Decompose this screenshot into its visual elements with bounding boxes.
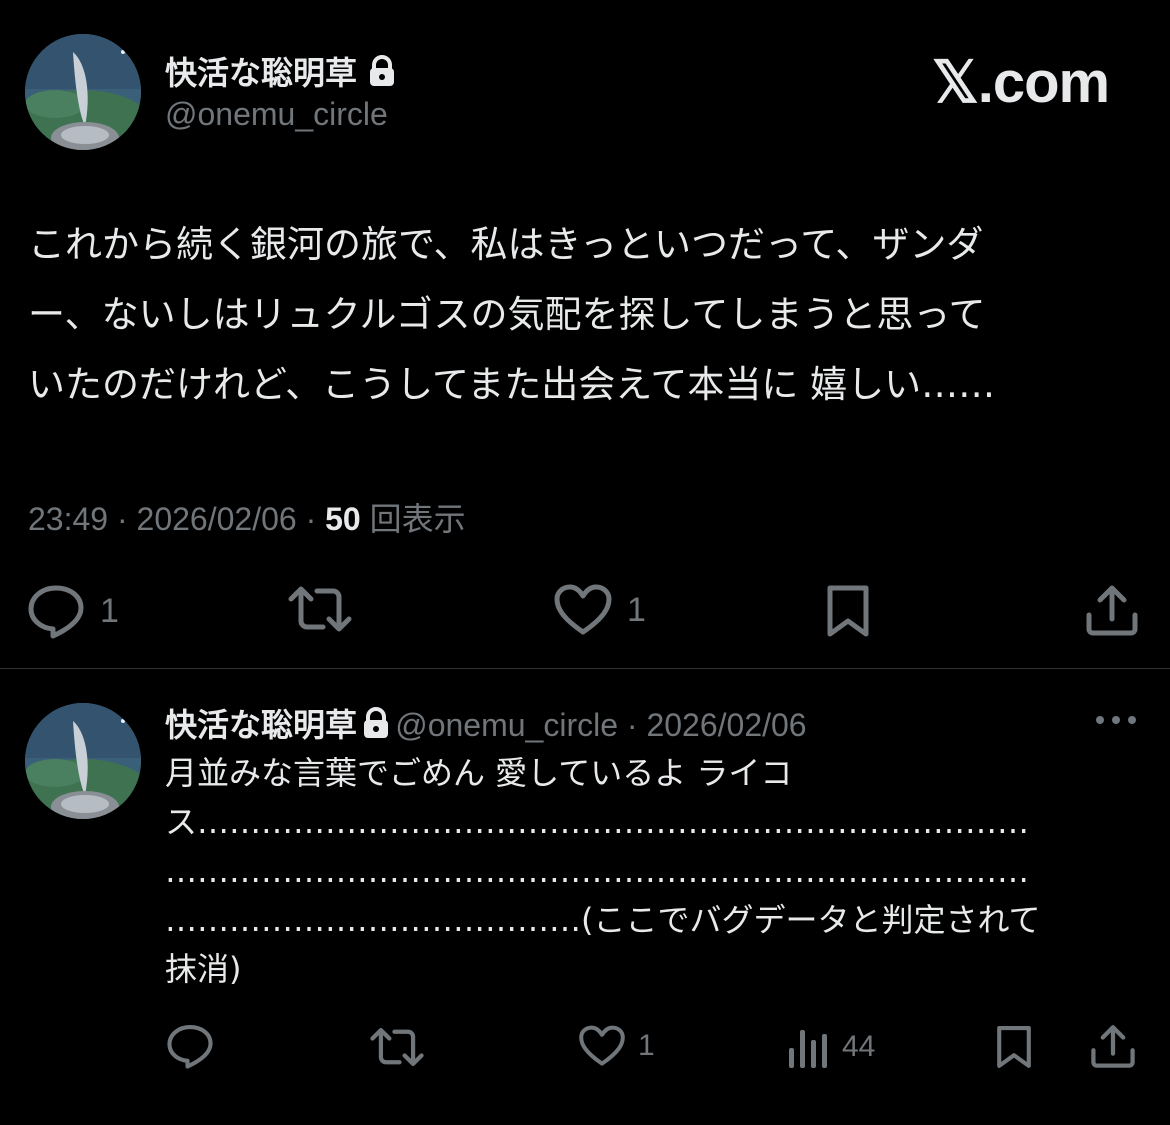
reply-handle[interactable]: @onemu_circle xyxy=(395,707,618,743)
brand-logo: 𝕏.com xyxy=(932,50,1110,115)
meta-separator: · xyxy=(618,707,647,743)
more-horizontal-icon xyxy=(1096,716,1136,724)
reply-icon xyxy=(28,585,84,639)
share-icon xyxy=(1091,1025,1135,1068)
reply-bookmark-button[interactable] xyxy=(994,1024,1034,1070)
tweet-date[interactable]: 2026/02/06 xyxy=(137,501,297,537)
avatar-image xyxy=(25,34,141,150)
bookmark-icon xyxy=(827,585,869,637)
reply-body-line: ……………………………………………………………………… xyxy=(165,852,1029,890)
reply-display-name[interactable]: 快活な聡明草 xyxy=(165,706,357,744)
tweet-body: これから続く銀河の旅で、私はきっといつだって、ザンダ ー、ないしはリュクルゴスの… xyxy=(28,210,995,420)
reply-body-line: …………………………………(ここでバグデータと判定されて xyxy=(165,901,1041,939)
reply-body-line: ス…………………………………………………………………… xyxy=(165,803,1030,841)
reply-avatar[interactable] xyxy=(25,703,141,819)
heart-icon xyxy=(579,1025,625,1066)
views-count: 44 xyxy=(842,1030,876,1063)
like-button[interactable]: 1 xyxy=(553,583,646,637)
tweet-time[interactable]: 23:49 xyxy=(28,501,108,537)
divider xyxy=(0,668,1170,669)
reply-button[interactable]: 1 xyxy=(26,583,119,639)
lock-icon xyxy=(362,707,390,743)
reply-like-button[interactable]: 1 xyxy=(578,1024,655,1068)
bookmark-icon xyxy=(997,1026,1031,1068)
display-name-text: 快活な聡明草 xyxy=(165,54,358,92)
reply-count: 1 xyxy=(100,591,119,630)
tweet-body-line: いたのだけれど、こうしてまた出会えて本当に 嬉しい…… xyxy=(28,363,996,406)
heart-icon xyxy=(554,584,612,635)
avatar[interactable] xyxy=(25,34,141,150)
reply-body-line: 月並みな言葉でごめん 愛しているよ ライコ xyxy=(165,754,793,792)
retweet-icon xyxy=(370,1027,424,1067)
reply-body: 月並みな言葉でごめん 愛しているよ ライコ ス……………………………………………… xyxy=(165,749,1041,994)
lock-icon xyxy=(368,55,396,95)
analytics-icon xyxy=(789,1030,827,1068)
share-button[interactable] xyxy=(1085,583,1139,637)
like-count: 1 xyxy=(627,590,646,629)
meta-separator: · xyxy=(296,501,326,537)
more-options-button[interactable] xyxy=(1094,705,1138,739)
reply-reply-button[interactable] xyxy=(165,1023,215,1069)
reply-icon xyxy=(167,1025,213,1069)
tweet-body-line: ー、ないしはリュクルゴスの気配を探してしまうと思って xyxy=(28,293,986,336)
tweet-meta: 23:49 · 2026/02/06 · 50 回表示 xyxy=(28,494,466,540)
avatar-image xyxy=(25,703,141,819)
display-name[interactable]: 快活な聡明草 xyxy=(165,48,396,95)
reply-retweet-button[interactable] xyxy=(369,1025,425,1069)
reply-header: 快活な聡明草 @onemu_circle · 2026/02/06 xyxy=(165,700,807,746)
reply-date[interactable]: 2026/02/06 xyxy=(646,707,806,743)
reply-share-button[interactable] xyxy=(1090,1023,1136,1069)
retweet-icon xyxy=(288,586,352,632)
views-count: 50 xyxy=(325,501,361,537)
user-handle[interactable]: @onemu_circle xyxy=(165,96,388,133)
like-count: 1 xyxy=(638,1029,655,1062)
views-label: 回表示 xyxy=(360,501,466,537)
share-icon xyxy=(1086,585,1138,636)
bookmark-button[interactable] xyxy=(824,583,872,639)
retweet-button[interactable] xyxy=(287,583,353,635)
reply-body-line: 抹消) xyxy=(165,950,242,988)
meta-separator: · xyxy=(108,501,137,537)
tweet-body-line: これから続く銀河の旅で、私はきっといつだって、ザンダ xyxy=(28,223,984,266)
reply-views-button[interactable]: 44 xyxy=(786,1024,875,1070)
